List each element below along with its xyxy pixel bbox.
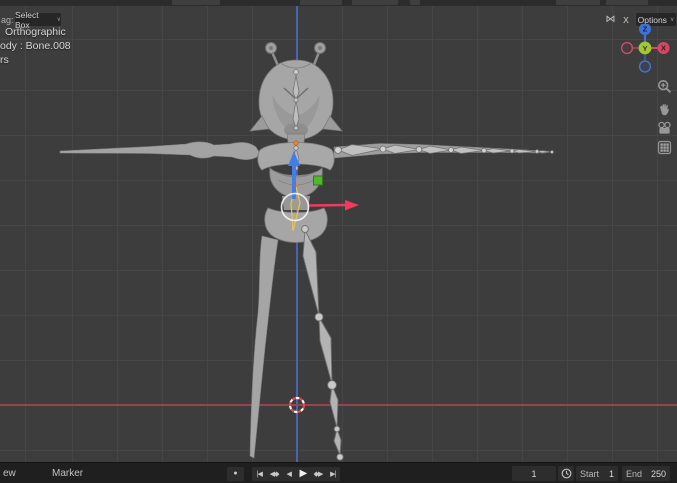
frame-start-field[interactable]: Start 1 — [576, 466, 618, 481]
header-fragment — [606, 0, 648, 5]
gizmo-x-arrowhead[interactable] — [345, 200, 359, 211]
options-label: Options — [638, 15, 667, 25]
character-left-arm — [60, 142, 259, 160]
svg-text:X: X — [661, 44, 666, 53]
header-fragment — [352, 0, 398, 5]
nav-axis-y-positive[interactable]: Y — [639, 42, 652, 55]
prev-keyframe-button[interactable]: ◀◆ — [267, 467, 282, 481]
playback-clock-icon[interactable] — [558, 466, 574, 481]
frame-end-field[interactable]: End 250 — [622, 466, 670, 481]
active-object-text: ody : Bone.008 — [0, 40, 71, 52]
nav-axis-x-positive[interactable]: X — [658, 42, 670, 54]
timeline-marker-menu[interactable]: Marker — [52, 468, 83, 479]
clipped-header-strip — [0, 0, 677, 6]
chevron-down-icon: ∨ — [57, 16, 61, 23]
header-fragment — [410, 0, 420, 5]
3d-viewport[interactable]: ag: Select Box ∨ ⋈ X Options ∨ Orthograp… — [0, 6, 677, 462]
timeline-view-menu[interactable]: ew — [3, 468, 16, 479]
mirror-icon[interactable]: ⋈ — [603, 13, 618, 26]
current-frame-value: 1 — [531, 469, 536, 479]
chevron-down-icon: ∨ — [670, 16, 674, 23]
jump-to-end-button[interactable]: ▶| — [325, 467, 340, 481]
gizmo-y-plane-handle[interactable] — [314, 176, 323, 185]
auto-keying-toggle[interactable]: ● — [227, 467, 244, 481]
gizmo-free-move-ring[interactable] — [282, 194, 309, 221]
right-leg-bones[interactable] — [302, 226, 344, 461]
gizmo-x-arrow[interactable] — [309, 205, 346, 206]
frame-start-label: Start — [580, 469, 599, 479]
camera-view-icon[interactable] — [655, 119, 673, 137]
scene-canvas — [0, 6, 677, 462]
zoom-icon[interactable] — [655, 77, 673, 95]
view-name-text: Orthographic — [5, 26, 66, 38]
header-fragment — [556, 0, 600, 5]
nav-axis-z-negative[interactable] — [640, 61, 651, 72]
nav-axis-x-negative[interactable] — [622, 43, 633, 54]
pan-hand-icon[interactable] — [655, 100, 673, 118]
drag-mode-label: ag: — [1, 15, 14, 25]
blender-window: ag: Select Box ∨ ⋈ X Options ∨ Orthograp… — [0, 0, 677, 483]
timeline-bar: ew Marker ● |◀ ◀◆ ◀ ▶ ◆▶ ▶| 1 Start 1 En… — [0, 462, 677, 483]
frame-end-value: 250 — [651, 469, 666, 479]
overlay-extra-text: rs — [0, 54, 9, 66]
orthographic-grid-icon[interactable] — [655, 138, 673, 156]
current-frame-field[interactable]: 1 — [512, 466, 556, 481]
3d-cursor — [290, 398, 304, 412]
nav-gizmo[interactable]: Z X Y — [618, 24, 672, 80]
svg-text:Z: Z — [643, 25, 648, 34]
play-reverse-button[interactable]: ◀ — [281, 467, 296, 481]
header-fragment — [300, 0, 342, 5]
playback-controls: |◀ ◀◆ ◀ ▶ ◆▶ ▶| — [252, 467, 340, 481]
frame-end-label: End — [626, 469, 642, 479]
frame-start-value: 1 — [609, 469, 614, 479]
next-keyframe-button[interactable]: ◆▶ — [311, 467, 326, 481]
select-mode-dropdown[interactable]: Select Box ∨ — [15, 13, 61, 26]
character-left-leg — [250, 236, 278, 458]
jump-to-start-button[interactable]: |◀ — [252, 467, 267, 481]
play-button[interactable]: ▶ — [296, 467, 311, 481]
header-fragment — [172, 0, 220, 5]
mirror-toggle-label: X — [623, 15, 629, 25]
nav-axis-z-positive[interactable]: Z — [639, 24, 651, 35]
svg-text:Y: Y — [642, 44, 647, 53]
